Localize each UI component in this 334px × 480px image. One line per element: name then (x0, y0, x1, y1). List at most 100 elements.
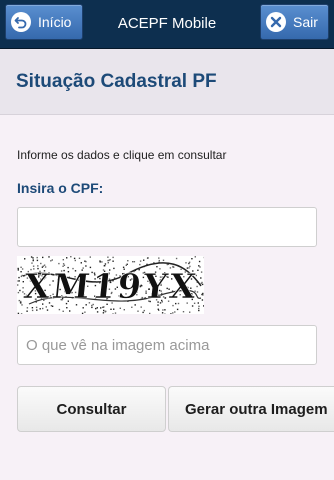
captcha-noise-dot (162, 259, 165, 261)
captcha-noise-dot (46, 309, 49, 311)
captcha-noise-dot (36, 256, 38, 259)
captcha-noise-dot (185, 262, 187, 264)
captcha-noise-dot (107, 259, 109, 262)
captcha-noise-dot (104, 263, 107, 265)
captcha-noise-dot (31, 262, 33, 264)
captcha-noise-dot (40, 262, 42, 265)
captcha-noise-dot (113, 308, 115, 310)
captcha-noise-dot (39, 308, 41, 310)
consultar-button[interactable]: Consultar (17, 386, 166, 432)
captcha-noise-dot (26, 310, 28, 312)
captcha-svg: XM19YX (17, 256, 204, 314)
captcha-noise-dot (157, 308, 159, 310)
captcha-noise-dot (132, 261, 134, 263)
captcha-noise-dot (102, 312, 105, 314)
captcha-noise-dot (18, 276, 20, 279)
captcha-noise-dot (162, 309, 164, 311)
captcha-noise-dot (62, 263, 65, 265)
generate-new-image-button[interactable]: Gerar outra Imagem (168, 386, 334, 432)
captcha-noise-dot (20, 266, 22, 268)
captcha-noise-dot (194, 256, 196, 258)
captcha-noise-dot (188, 262, 190, 265)
captcha-noise-dot (198, 305, 200, 307)
captcha-noise-dot (149, 312, 151, 314)
captcha-noise-dot (176, 308, 179, 311)
captcha-noise-dot (127, 260, 129, 262)
captcha-noise-dot (17, 280, 19, 282)
captcha-noise-dot (201, 283, 204, 286)
captcha-noise-dot (191, 258, 193, 260)
captcha-noise-dot (69, 310, 71, 312)
captcha-noise-dot (31, 309, 34, 312)
captcha-noise-dot (58, 308, 61, 311)
captcha-noise-dot (17, 284, 19, 286)
captcha-noise-dot (66, 307, 68, 309)
captcha-noise-dot (73, 257, 76, 260)
captcha-noise-dot (189, 311, 191, 313)
page-header: Situação Cadastral PF (0, 49, 334, 115)
captcha-noise-dot (119, 307, 121, 309)
captcha-noise-dot (31, 307, 34, 309)
captcha-noise-dot (32, 259, 34, 261)
captcha-noise-dot (200, 271, 203, 273)
captcha-noise-dot (112, 313, 114, 314)
captcha-noise-dot (158, 259, 160, 262)
captcha-noise-dot (19, 289, 21, 292)
exit-button[interactable]: Sair (260, 4, 329, 40)
captcha-noise-dot (96, 307, 98, 309)
captcha-noise-dot (114, 312, 117, 314)
captcha-noise-dot (198, 309, 200, 312)
captcha-noise-dot (170, 313, 172, 314)
captcha-noise-dot (137, 310, 139, 312)
captcha-noise-dot (99, 260, 101, 262)
captcha-noise-dot (188, 261, 191, 263)
captcha-noise-dot (172, 312, 174, 314)
captcha-noise-dot (66, 257, 68, 259)
captcha-noise-dot (78, 257, 81, 259)
captcha-noise-dot (58, 262, 60, 265)
captcha-noise-dot (20, 275, 23, 278)
captcha-noise-dot (85, 260, 87, 263)
captcha-noise-dot (161, 312, 164, 314)
captcha-noise-dot (36, 259, 39, 262)
exit-button-label: Sair (293, 14, 318, 30)
captcha-noise-dot (42, 256, 44, 259)
captcha-image: XM19YX (17, 256, 204, 314)
captcha-noise-dot (30, 256, 33, 258)
captcha-noise-dot (107, 256, 109, 258)
captcha-noise-dot (24, 258, 26, 260)
captcha-noise-dot (174, 311, 176, 313)
form-instruction: Informe os dados e clique em consultar (17, 148, 227, 162)
captcha-noise-dot (17, 312, 20, 314)
cpf-input[interactable] (17, 207, 317, 247)
captcha-noise-dot (82, 307, 84, 309)
captcha-noise-dot (48, 256, 50, 258)
captcha-noise-dot (17, 291, 20, 294)
captcha-text: XM19YX (22, 267, 200, 307)
captcha-noise-dot (164, 309, 166, 311)
captcha-noise-dot (62, 259, 64, 261)
captcha-noise-dot (84, 311, 86, 313)
captcha-noise-dot (17, 269, 19, 271)
captcha-input[interactable] (17, 325, 317, 365)
captcha-noise-dot (201, 293, 203, 296)
captcha-noise-dot (51, 259, 53, 261)
captcha-noise-dot (96, 311, 99, 313)
captcha-noise-dot (20, 313, 23, 314)
captcha-noise-dot (112, 260, 114, 262)
captcha-noise-dot (101, 261, 103, 263)
captcha-noise-dot (158, 257, 160, 259)
captcha-noise-dot (139, 260, 142, 262)
captcha-noise-dot (43, 264, 46, 266)
captcha-noise-dot (146, 257, 149, 259)
captcha-noise-dot (164, 313, 166, 314)
captcha-noise-dot (175, 257, 178, 260)
captcha-noise-dot (36, 309, 38, 311)
captcha-noise-dot (103, 309, 105, 312)
captcha-noise-dot (197, 302, 199, 304)
captcha-noise-dot (18, 299, 20, 302)
captcha-noise-dot (203, 305, 204, 307)
captcha-noise-dot (70, 256, 72, 258)
captcha-noise-dot (63, 264, 66, 266)
top-nav-bar: Início ACEPF Mobile Sair (0, 0, 334, 49)
